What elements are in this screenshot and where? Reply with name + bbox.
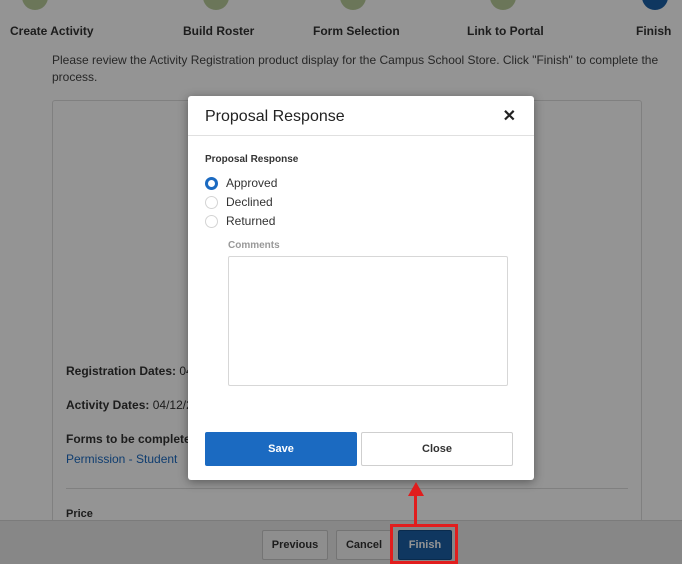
radio-approved-indicator[interactable] — [205, 176, 218, 190]
save-button[interactable]: Save — [205, 432, 357, 466]
radio-returned[interactable]: Returned — [205, 214, 275, 228]
proposal-response-modal: Proposal Response ✕ Proposal Response Ap… — [188, 96, 534, 480]
annotation-highlight-box — [390, 524, 458, 564]
annotation-arrow-shaft — [414, 494, 417, 524]
modal-header: Proposal Response ✕ — [188, 96, 534, 136]
radio-returned-indicator[interactable] — [205, 214, 218, 228]
modal-title: Proposal Response — [205, 108, 345, 125]
close-button[interactable]: Close — [361, 432, 513, 466]
radio-declined-indicator[interactable] — [205, 195, 218, 209]
radio-declined[interactable]: Declined — [205, 195, 273, 209]
close-icon[interactable]: ✕ — [503, 106, 516, 126]
radio-approved[interactable]: Approved — [205, 176, 277, 190]
comments-textarea[interactable] — [228, 256, 508, 386]
radio-declined-label: Declined — [226, 195, 273, 209]
radio-approved-label: Approved — [226, 176, 278, 190]
comments-label: Comments — [228, 240, 280, 251]
radio-returned-label: Returned — [226, 214, 276, 228]
proposal-response-label: Proposal Response — [205, 154, 299, 165]
